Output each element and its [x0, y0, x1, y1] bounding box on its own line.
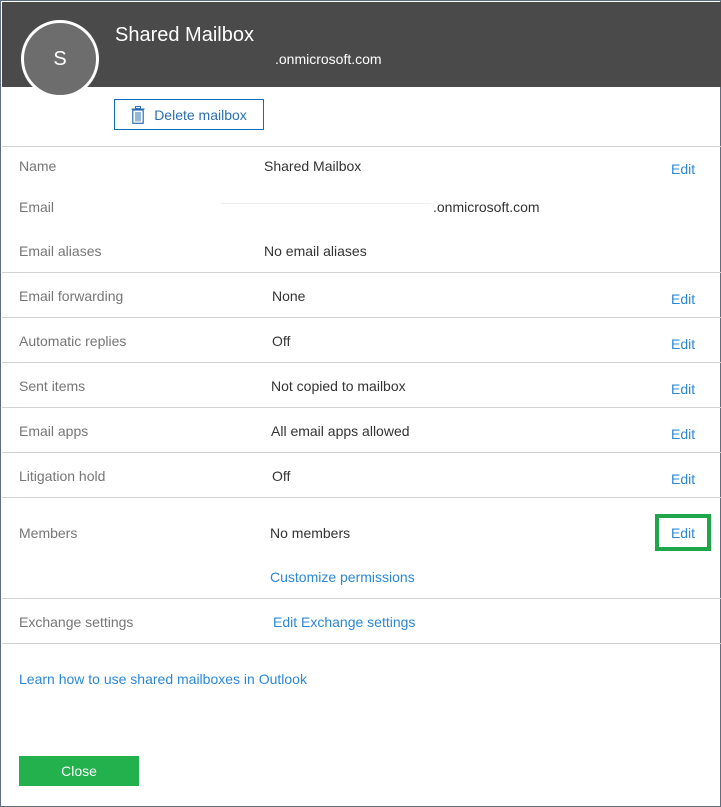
email-apps-label: Email apps [19, 423, 89, 439]
shared-mailbox-panel: Shared Mailbox .onmicrosoft.com S Delete… [0, 0, 721, 807]
close-button[interactable]: Close [19, 756, 139, 786]
email-forwarding-label: Email forwarding [19, 288, 124, 304]
mailbox-header: Shared Mailbox .onmicrosoft.com [2, 2, 721, 87]
email-apps-value: All email apps allowed [271, 423, 410, 439]
avatar: S [21, 20, 99, 98]
divider [2, 272, 721, 273]
sent-items-edit-link[interactable]: Edit [671, 381, 695, 397]
email-aliases-label: Email aliases [19, 243, 102, 259]
email-aliases-value: No email aliases [264, 243, 367, 259]
name-value: Shared Mailbox [264, 158, 362, 174]
litigation-hold-label: Litigation hold [19, 468, 106, 484]
delete-mailbox-label: Delete mailbox [154, 106, 247, 123]
email-apps-edit-link[interactable]: Edit [671, 426, 695, 442]
automatic-replies-edit-link[interactable]: Edit [671, 336, 695, 352]
customize-permissions-link[interactable]: Customize permissions [270, 569, 415, 585]
name-edit-link[interactable]: Edit [671, 161, 695, 177]
divider [2, 497, 721, 498]
email-forwarding-value: None [272, 288, 306, 304]
divider [2, 598, 721, 599]
edit-exchange-settings-link[interactable]: Edit Exchange settings [273, 614, 415, 630]
trash-icon [131, 105, 145, 124]
members-edit-link[interactable]: Edit [655, 514, 711, 551]
divider [2, 407, 721, 408]
divider [2, 362, 721, 363]
sent-items-value: Not copied to mailbox [271, 378, 406, 394]
sent-items-label: Sent items [19, 378, 86, 394]
name-label: Name [19, 158, 57, 174]
mailbox-title: Shared Mailbox [115, 24, 254, 46]
automatic-replies-value: Off [272, 333, 291, 349]
members-value: No members [270, 525, 351, 541]
litigation-hold-edit-link[interactable]: Edit [671, 471, 695, 487]
members-label: Members [19, 525, 78, 541]
divider [2, 146, 721, 147]
divider [2, 317, 721, 318]
automatic-replies-label: Automatic replies [19, 333, 127, 349]
redacted-email-mark [221, 203, 431, 204]
divider [2, 452, 721, 453]
email-forwarding-edit-link[interactable]: Edit [671, 291, 695, 307]
email-value: .onmicrosoft.com [433, 199, 540, 215]
exchange-settings-label: Exchange settings [19, 614, 134, 630]
mailbox-email: .onmicrosoft.com [275, 51, 382, 67]
divider [2, 643, 721, 644]
delete-mailbox-button[interactable]: Delete mailbox [114, 99, 264, 130]
litigation-hold-value: Off [272, 468, 291, 484]
learn-shared-mailboxes-link[interactable]: Learn how to use shared mailboxes in Out… [19, 671, 307, 687]
email-label: Email [19, 199, 55, 215]
